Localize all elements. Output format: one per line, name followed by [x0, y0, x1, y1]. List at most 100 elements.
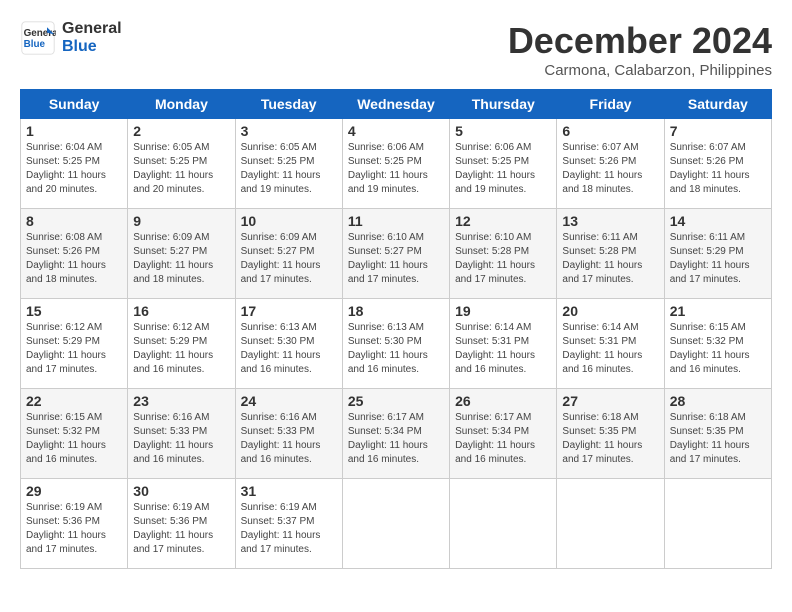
day-number: 18: [348, 303, 444, 319]
calendar-cell: 31Sunrise: 6:19 AM Sunset: 5:37 PM Dayli…: [235, 479, 342, 569]
day-header-friday: Friday: [557, 90, 664, 119]
calendar-cell: 14 Sunrise: 6:11 AM Sunset: 5:29 PM Dayli…: [664, 209, 771, 299]
day-info: Sunrise: 6:06 AM Sunset: 5:25 PM Dayligh…: [348, 141, 444, 197]
day-number: 4: [348, 123, 444, 139]
day-info: Sunrise: 6:13 AM Sunset: 5:30 PM Dayligh…: [241, 321, 337, 377]
day-info: Sunrise: 6:08 AM Sunset: 5:26 PM Dayligh…: [26, 231, 122, 287]
calendar-cell: 29 Sunrise: 6:19 AM Sunset: 5:36 PM Dayli…: [21, 479, 128, 569]
day-info: Sunrise: 6:17 AM Sunset: 5:34 PM Dayligh…: [348, 411, 444, 467]
day-number: 16: [133, 303, 229, 319]
day-info: Sunrise: 6:14 AM Sunset: 5:31 PM Dayligh…: [455, 321, 551, 377]
logo: General Blue General Blue: [20, 20, 122, 56]
day-info: Sunrise: 6:07 AM Sunset: 5:26 PM Dayligh…: [562, 141, 658, 197]
calendar-cell: 8 Sunrise: 6:08 AM Sunset: 5:26 PM Daylig…: [21, 209, 128, 299]
calendar-cell: 2Sunrise: 6:05 AM Sunset: 5:25 PM Daylig…: [128, 119, 235, 209]
day-info: Sunrise: 6:10 AM Sunset: 5:28 PM Dayligh…: [455, 231, 551, 287]
day-number: 2: [133, 123, 229, 139]
day-info: Sunrise: 6:14 AM Sunset: 5:31 PM Dayligh…: [562, 321, 658, 377]
logo-icon: General Blue: [20, 20, 56, 56]
calendar-cell: 12 Sunrise: 6:10 AM Sunset: 5:28 PM Dayli…: [450, 209, 557, 299]
calendar-cell: 15 Sunrise: 6:12 AM Sunset: 5:29 PM Dayli…: [21, 299, 128, 389]
day-number: 1: [26, 123, 122, 139]
header: General Blue General Blue December 2024 …: [20, 20, 772, 79]
day-number: 3: [241, 123, 337, 139]
calendar-cell: 23Sunrise: 6:16 AM Sunset: 5:33 PM Dayli…: [128, 389, 235, 479]
calendar-cell: 16 Sunrise: 6:12 AM Sunset: 5:29 PM Dayli…: [128, 299, 235, 389]
calendar-cell: 28 Sunrise: 6:18 AM Sunset: 5:35 PM Dayli…: [664, 389, 771, 479]
calendar-cell: 27Sunrise: 6:18 AM Sunset: 5:35 PM Dayli…: [557, 389, 664, 479]
day-number: 31: [241, 483, 337, 499]
day-header-monday: Monday: [128, 90, 235, 119]
calendar-cell: 22Sunrise: 6:15 AM Sunset: 5:32 PM Dayli…: [21, 389, 128, 479]
day-number: 12: [455, 213, 551, 229]
day-info: Sunrise: 6:15 AM Sunset: 5:32 PM Dayligh…: [670, 321, 766, 377]
day-info: Sunrise: 6:04 AM Sunset: 5:25 PM Dayligh…: [26, 141, 122, 197]
calendar-cell: 24 Sunrise: 6:16 AM Sunset: 5:33 PM Dayli…: [235, 389, 342, 479]
calendar-week-1: 1 Sunrise: 6:04 AM Sunset: 5:25 PM Daylig…: [21, 119, 772, 209]
day-number: 8: [26, 213, 122, 229]
calendar-cell: 7 Sunrise: 6:07 AM Sunset: 5:26 PM Daylig…: [664, 119, 771, 209]
day-info: Sunrise: 6:11 AM Sunset: 5:28 PM Dayligh…: [562, 231, 658, 287]
day-number: 24: [241, 393, 337, 409]
day-info: Sunrise: 6:12 AM Sunset: 5:29 PM Dayligh…: [26, 321, 122, 377]
logo-line2: Blue: [62, 38, 122, 56]
day-number: 29: [26, 483, 122, 499]
calendar-cell: 5 Sunrise: 6:06 AM Sunset: 5:25 PM Daylig…: [450, 119, 557, 209]
calendar-cell: [450, 479, 557, 569]
day-number: 25: [348, 393, 444, 409]
day-info: Sunrise: 6:18 AM Sunset: 5:35 PM Dayligh…: [670, 411, 766, 467]
day-number: 5: [455, 123, 551, 139]
calendar-cell: 20 Sunrise: 6:14 AM Sunset: 5:31 PM Dayli…: [557, 299, 664, 389]
calendar-week-4: 22Sunrise: 6:15 AM Sunset: 5:32 PM Dayli…: [21, 389, 772, 479]
calendar-week-5: 29 Sunrise: 6:19 AM Sunset: 5:36 PM Dayli…: [21, 479, 772, 569]
calendar-cell: 17Sunrise: 6:13 AM Sunset: 5:30 PM Dayli…: [235, 299, 342, 389]
day-number: 23: [133, 393, 229, 409]
day-number: 28: [670, 393, 766, 409]
day-info: Sunrise: 6:11 AM Sunset: 5:29 PM Dayligh…: [670, 231, 766, 287]
calendar-cell: 10Sunrise: 6:09 AM Sunset: 5:27 PM Dayli…: [235, 209, 342, 299]
calendar-title: December 2024: [508, 20, 772, 62]
calendar-cell: 19Sunrise: 6:14 AM Sunset: 5:31 PM Dayli…: [450, 299, 557, 389]
day-number: 13: [562, 213, 658, 229]
day-header-tuesday: Tuesday: [235, 90, 342, 119]
calendar-cell: 30Sunrise: 6:19 AM Sunset: 5:36 PM Dayli…: [128, 479, 235, 569]
calendar-cell: [557, 479, 664, 569]
calendar-cell: 9Sunrise: 6:09 AM Sunset: 5:27 PM Daylig…: [128, 209, 235, 299]
day-number: 26: [455, 393, 551, 409]
day-number: 9: [133, 213, 229, 229]
day-info: Sunrise: 6:16 AM Sunset: 5:33 PM Dayligh…: [241, 411, 337, 467]
day-info: Sunrise: 6:07 AM Sunset: 5:26 PM Dayligh…: [670, 141, 766, 197]
day-info: Sunrise: 6:18 AM Sunset: 5:35 PM Dayligh…: [562, 411, 658, 467]
day-info: Sunrise: 6:19 AM Sunset: 5:36 PM Dayligh…: [26, 501, 122, 557]
calendar-cell: 21 Sunrise: 6:15 AM Sunset: 5:32 PM Dayli…: [664, 299, 771, 389]
day-number: 11: [348, 213, 444, 229]
day-info: Sunrise: 6:12 AM Sunset: 5:29 PM Dayligh…: [133, 321, 229, 377]
calendar-cell: 4 Sunrise: 6:06 AM Sunset: 5:25 PM Daylig…: [342, 119, 449, 209]
day-number: 7: [670, 123, 766, 139]
day-info: Sunrise: 6:13 AM Sunset: 5:30 PM Dayligh…: [348, 321, 444, 377]
calendar-cell: [664, 479, 771, 569]
day-number: 14: [670, 213, 766, 229]
calendar-subtitle: Carmona, Calabarzon, Philippines: [508, 62, 772, 79]
day-info: Sunrise: 6:06 AM Sunset: 5:25 PM Dayligh…: [455, 141, 551, 197]
title-section: December 2024 Carmona, Calabarzon, Phili…: [508, 20, 772, 79]
calendar-body: 1 Sunrise: 6:04 AM Sunset: 5:25 PM Daylig…: [21, 119, 772, 569]
day-number: 20: [562, 303, 658, 319]
calendar-cell: 18 Sunrise: 6:13 AM Sunset: 5:30 PM Dayli…: [342, 299, 449, 389]
calendar-cell: 6Sunrise: 6:07 AM Sunset: 5:26 PM Daylig…: [557, 119, 664, 209]
day-header-sunday: Sunday: [21, 90, 128, 119]
calendar-cell: 1 Sunrise: 6:04 AM Sunset: 5:25 PM Daylig…: [21, 119, 128, 209]
day-number: 15: [26, 303, 122, 319]
calendar-cell: 26 Sunrise: 6:17 AM Sunset: 5:34 PM Dayli…: [450, 389, 557, 479]
calendar-cell: 11Sunrise: 6:10 AM Sunset: 5:27 PM Dayli…: [342, 209, 449, 299]
svg-text:Blue: Blue: [24, 39, 46, 50]
svg-text:General: General: [24, 28, 56, 39]
day-number: 30: [133, 483, 229, 499]
logo-line1: General: [62, 20, 122, 38]
day-info: Sunrise: 6:15 AM Sunset: 5:32 PM Dayligh…: [26, 411, 122, 467]
day-info: Sunrise: 6:17 AM Sunset: 5:34 PM Dayligh…: [455, 411, 551, 467]
calendar-cell: 25 Sunrise: 6:17 AM Sunset: 5:34 PM Dayli…: [342, 389, 449, 479]
day-header-saturday: Saturday: [664, 90, 771, 119]
calendar-week-2: 8 Sunrise: 6:08 AM Sunset: 5:26 PM Daylig…: [21, 209, 772, 299]
day-number: 21: [670, 303, 766, 319]
